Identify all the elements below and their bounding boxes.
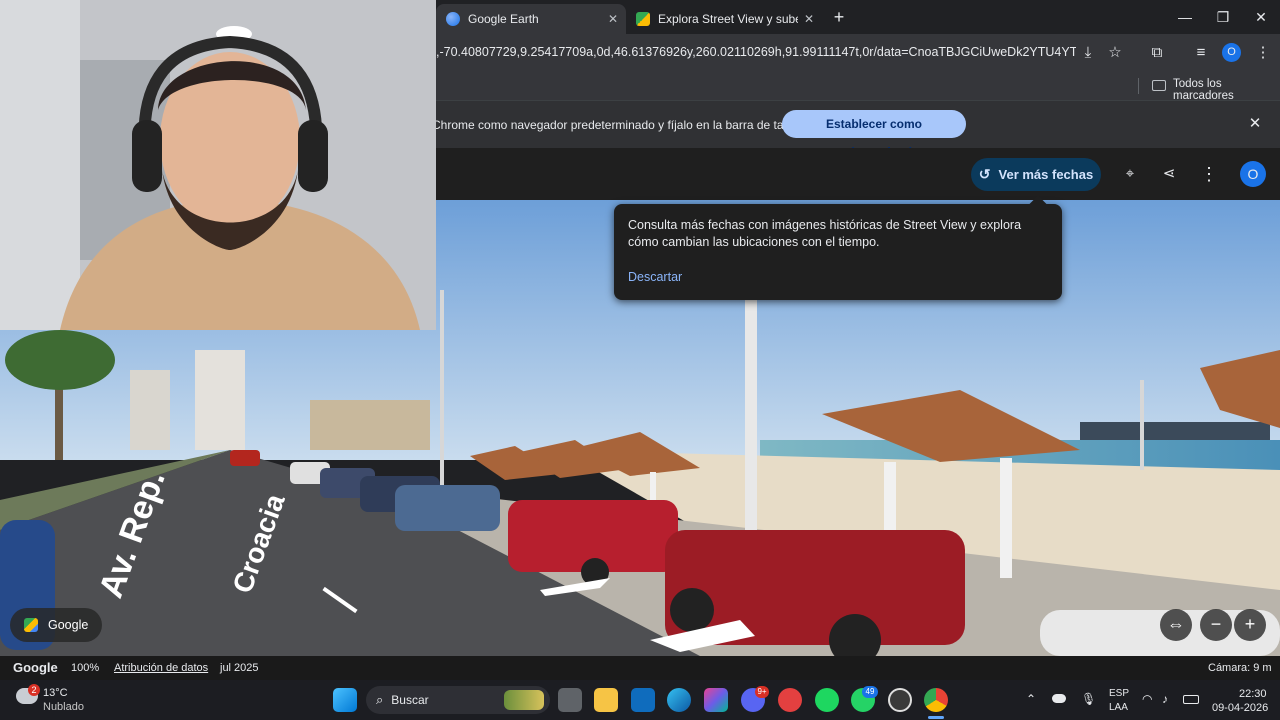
imagery-date: jul 2025 xyxy=(220,662,259,674)
profile-avatar[interactable]: O xyxy=(1222,43,1241,62)
chrome-active-indicator xyxy=(928,716,944,719)
zoom-in-button[interactable]: + xyxy=(1234,609,1266,641)
close-tab-icon[interactable]: ✕ xyxy=(804,12,814,26)
lang-line1[interactable]: ESP xyxy=(1109,688,1129,699)
bookmarks-divider xyxy=(1138,78,1139,94)
webcam-image xyxy=(0,0,436,330)
google-maps-badge[interactable]: Google xyxy=(10,608,102,642)
data-attribution-link[interactable]: Atribución de datos xyxy=(114,662,208,674)
weather-badge: 2 xyxy=(28,684,40,696)
webcam-overlay xyxy=(0,0,436,330)
badge-label: Google xyxy=(48,618,89,632)
microsoft-store-icon[interactable] xyxy=(631,688,655,712)
search-icon: ⌕ xyxy=(376,692,384,707)
battery-icon[interactable] xyxy=(1183,695,1199,704)
media-control-icon[interactable]: ≡ xyxy=(1190,42,1212,64)
lang-line2[interactable]: LAA xyxy=(1109,702,1128,713)
search-placeholder: Buscar xyxy=(391,693,429,707)
account-avatar[interactable]: O xyxy=(1240,161,1266,187)
task-view-icon[interactable] xyxy=(558,688,582,712)
camera-altitude: Cámara: 9 m xyxy=(1208,662,1272,674)
google-logo: Google xyxy=(13,660,58,675)
earth-status-bar: Google 100% Atribución de datos jul 2025… xyxy=(0,656,1280,680)
microphone-icon[interactable]: 🎙︎ xyxy=(1081,692,1096,706)
compass-icon[interactable]: ⇔ xyxy=(1160,609,1192,641)
onedrive-icon[interactable] xyxy=(1052,694,1066,703)
file-explorer-icon[interactable] xyxy=(594,688,618,712)
obs-icon[interactable] xyxy=(888,688,912,712)
tab-title: Explora Street View y sube tus p xyxy=(658,12,798,26)
more-dates-tooltip: Consulta más fechas con imágenes históri… xyxy=(614,195,1062,300)
show-hidden-icons[interactable]: ⌃ xyxy=(1026,692,1036,706)
tooltip-text: Consulta más fechas con imágenes históri… xyxy=(628,218,1022,249)
zoom-level: 100% xyxy=(71,662,100,674)
more-dates-label: Ver más fechas xyxy=(998,167,1094,182)
all-bookmarks-link[interactable]: Todos los marcadores xyxy=(1173,78,1280,102)
ea-app-icon[interactable] xyxy=(778,688,802,712)
chrome-icon[interactable] xyxy=(924,688,948,712)
street-view-favicon-icon xyxy=(636,12,650,26)
weather-desc[interactable]: Nublado xyxy=(43,701,84,713)
clock-date[interactable]: 09-04-2026 xyxy=(1212,702,1268,714)
history-icon: ↺ xyxy=(978,166,991,182)
wifi-icon[interactable]: ◠ xyxy=(1142,692,1152,706)
new-tab-icon[interactable]: + xyxy=(828,6,850,28)
edge-icon[interactable] xyxy=(667,688,691,712)
zoom-out-button[interactable]: − xyxy=(1200,609,1232,641)
more-options-icon[interactable]: ⋮ xyxy=(1198,163,1220,185)
google-earth-favicon-icon xyxy=(446,12,460,26)
more-dates-button[interactable]: ↺ Ver más fechas xyxy=(971,158,1101,191)
copilot-icon[interactable] xyxy=(704,688,728,712)
share-icon[interactable]: ⋖ xyxy=(1158,163,1180,185)
install-app-icon[interactable]: ⤓ xyxy=(1077,42,1099,64)
image-search-icon[interactable]: ⌖ xyxy=(1119,163,1141,185)
set-default-button[interactable]: Establecer como predeterminado xyxy=(782,110,966,159)
weather-temp[interactable]: 13°C xyxy=(43,687,68,699)
tab-title: Google Earth xyxy=(468,12,539,26)
search-highlight-icon xyxy=(504,690,544,710)
bookmark-star-icon[interactable]: ☆ xyxy=(1104,42,1126,64)
chrome-menu-icon[interactable]: ⋮ xyxy=(1252,42,1274,64)
dismiss-link[interactable]: Descartar xyxy=(628,270,682,284)
close-tab-icon[interactable]: ✕ xyxy=(608,12,618,26)
folder-icon xyxy=(1152,80,1166,91)
whatsapp-badge: 49 xyxy=(862,686,878,698)
volume-icon[interactable]: ♪ xyxy=(1162,692,1168,706)
clock-time[interactable]: 22:30 xyxy=(1239,688,1267,700)
discord-badge: 9+ xyxy=(755,686,769,698)
close-window-icon[interactable]: ✕ xyxy=(1242,6,1280,28)
address-bar[interactable]: ,-70.40807729,9.25417709a,0d,46.61376926… xyxy=(436,45,1076,59)
minimize-icon[interactable]: — xyxy=(1166,6,1204,28)
tab-street-view[interactable]: Explora Street View y sube tus p ✕ xyxy=(626,4,822,34)
google-maps-icon xyxy=(24,618,38,632)
windows-start-icon[interactable] xyxy=(333,688,357,712)
maximize-icon[interactable]: ❐ xyxy=(1204,6,1242,28)
infobar-text: Chrome como navegador predeterminado y f… xyxy=(432,118,807,132)
tab-google-earth[interactable]: Google Earth ✕ xyxy=(436,4,626,34)
extensions-icon[interactable]: ⧉ xyxy=(1146,42,1168,64)
spotify-icon[interactable] xyxy=(815,688,839,712)
taskbar-search[interactable]: ⌕ Buscar xyxy=(366,686,550,714)
close-infobar-icon[interactable]: ✕ xyxy=(1244,113,1266,135)
